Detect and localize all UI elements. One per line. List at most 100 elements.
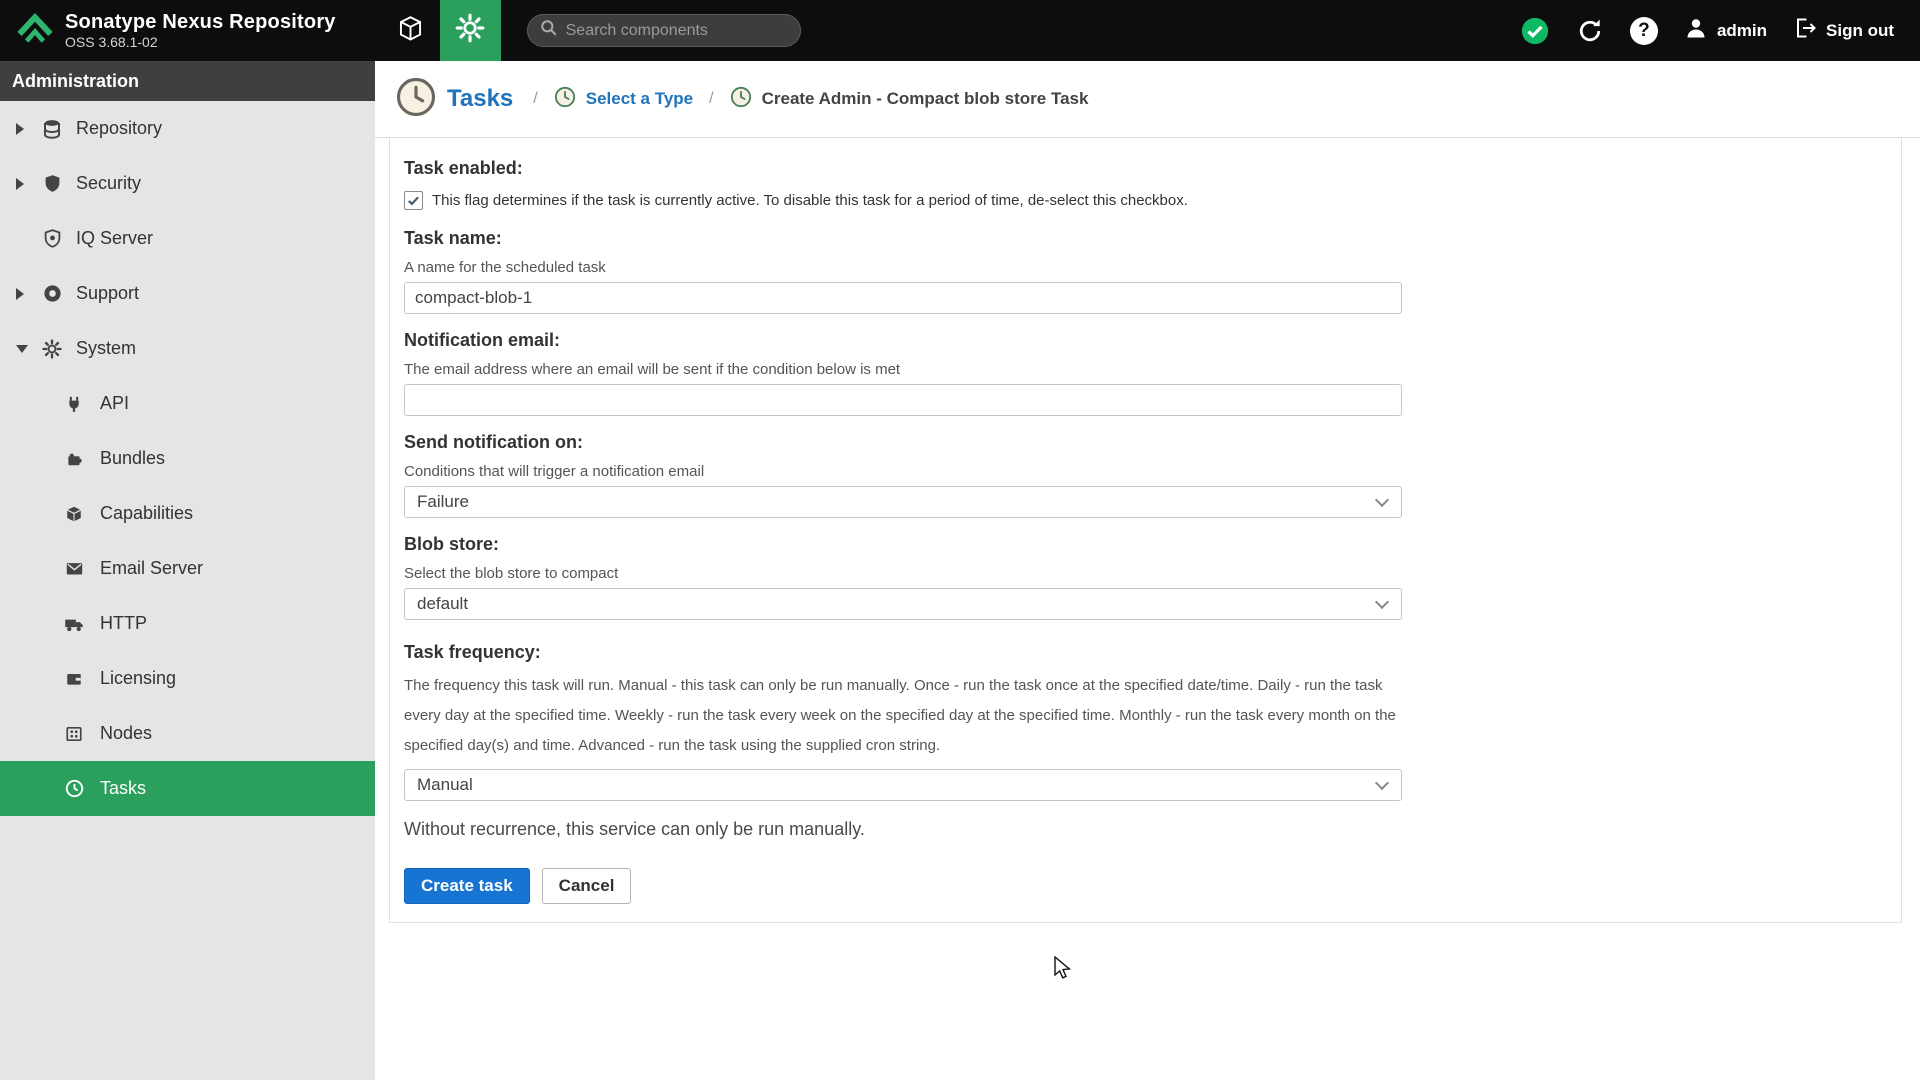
chevron-right-icon xyxy=(16,122,24,135)
search-icon xyxy=(540,19,558,42)
sidebar-item-nodes[interactable]: Nodes xyxy=(0,706,375,761)
task-frequency-value: Manual xyxy=(417,775,473,794)
sign-out-label: Sign out xyxy=(1826,20,1894,40)
admin-mode-button[interactable] xyxy=(439,0,501,61)
task-frequency-help: The frequency this task will run. Manual… xyxy=(404,677,1396,754)
chevron-down-icon xyxy=(1374,492,1390,507)
search-input[interactable] xyxy=(565,21,788,40)
sidebar-item-label: Nodes xyxy=(100,723,153,743)
status-check-icon[interactable] xyxy=(1520,16,1550,46)
notification-email-label: Notification email: xyxy=(404,330,561,350)
breadcrumb-select-type-link[interactable]: Select a Type xyxy=(586,89,693,109)
gear-icon xyxy=(455,13,485,48)
gear-icon xyxy=(40,338,64,359)
sidebar-item-label: Bundles xyxy=(100,448,166,468)
breadcrumb-separator: / xyxy=(709,90,714,107)
recurrence-note: Without recurrence, this service can onl… xyxy=(404,819,865,839)
clock-icon xyxy=(62,779,86,798)
refresh-button[interactable] xyxy=(1576,17,1604,45)
app-version: OSS 3.68.1-02 xyxy=(65,33,158,50)
search-box xyxy=(526,14,801,47)
mode-switcher xyxy=(382,0,501,61)
sidebar-item-api[interactable]: API xyxy=(0,376,375,431)
wallet-icon xyxy=(62,670,86,688)
blob-store-select[interactable]: default xyxy=(404,588,1402,620)
admin-sidebar: Administration Repository Security IQ Se… xyxy=(0,61,375,1080)
sidebar-item-security[interactable]: Security xyxy=(0,156,375,211)
header-right: ? admin Sign out xyxy=(1520,16,1920,46)
sidebar-item-label: System xyxy=(76,338,137,358)
chevron-down-icon xyxy=(1374,775,1390,790)
sidebar-item-label: Support xyxy=(76,283,140,303)
browse-mode-button[interactable] xyxy=(382,0,440,61)
sidebar-item-label: Tasks xyxy=(100,778,147,798)
chevron-down-icon xyxy=(16,344,28,353)
chevron-right-icon xyxy=(16,177,24,190)
breadcrumb-tasks-link[interactable]: Tasks xyxy=(447,85,513,113)
task-frequency-select[interactable]: Manual xyxy=(404,769,1402,801)
chevron-right-icon xyxy=(16,287,24,300)
sidebar-item-support[interactable]: Support xyxy=(0,266,375,321)
task-enabled-label: Task enabled: xyxy=(404,158,523,178)
sidebar-item-label: HTTP xyxy=(100,613,147,633)
shield-icon xyxy=(40,174,64,193)
iq-shield-icon xyxy=(40,229,64,248)
puzzle-icon xyxy=(62,450,86,468)
sidebar-item-label: Capabilities xyxy=(100,503,194,523)
send-notification-value: Failure xyxy=(417,492,469,511)
app-header: Sonatype Nexus Repository OSS 3.68.1-02 xyxy=(0,0,1920,61)
help-button[interactable]: ? xyxy=(1629,16,1658,45)
send-notification-help: Conditions that will trigger a notificat… xyxy=(404,463,705,480)
question-mark-glyph: ? xyxy=(1638,19,1650,41)
blob-store-help: Select the blob store to compact xyxy=(404,565,619,582)
sidebar-item-http[interactable]: HTTP xyxy=(0,596,375,651)
task-name-input[interactable] xyxy=(404,282,1402,314)
user-label: admin xyxy=(1716,20,1768,40)
sidebar-item-bundles[interactable]: Bundles xyxy=(0,431,375,486)
sidebar-item-label: Security xyxy=(76,173,142,193)
sidebar-title: Administration xyxy=(0,61,375,101)
task-type-icon xyxy=(554,86,576,113)
task-form-panel: Task enabled: This flag determines if th… xyxy=(389,138,1902,923)
form-buttons: Create task Cancel xyxy=(404,868,1901,904)
sidebar-item-system[interactable]: System xyxy=(0,321,375,376)
breadcrumb-separator: / xyxy=(533,90,538,107)
send-notification-select[interactable]: Failure xyxy=(404,486,1402,518)
send-notification-label: Send notification on: xyxy=(404,432,583,452)
create-task-button[interactable]: Create task xyxy=(404,868,530,904)
cube-icon xyxy=(62,505,86,523)
sidebar-item-capabilities[interactable]: Capabilities xyxy=(0,486,375,541)
sidebar-item-label: Email Server xyxy=(100,558,204,578)
tasks-icon xyxy=(395,76,437,123)
logo-wrap: Sonatype Nexus Repository OSS 3.68.1-02 xyxy=(0,9,336,52)
notification-email-input[interactable] xyxy=(404,384,1402,416)
mouse-cursor xyxy=(1054,956,1072,979)
sidebar-item-tasks[interactable]: Tasks xyxy=(0,761,375,816)
cancel-button[interactable]: Cancel xyxy=(541,868,632,904)
user-icon xyxy=(1684,16,1708,45)
sidebar-item-label: IQ Server xyxy=(76,228,154,248)
sign-out-icon xyxy=(1793,16,1817,45)
package-icon xyxy=(397,15,424,47)
sidebar-item-iq-server[interactable]: IQ Server xyxy=(0,211,375,266)
blob-store-label: Blob store: xyxy=(404,534,500,554)
chevron-down-icon xyxy=(1374,594,1390,609)
sonatype-logo-icon xyxy=(16,9,54,52)
task-enabled-checkbox[interactable] xyxy=(404,191,423,210)
database-icon xyxy=(40,119,64,139)
nodes-icon xyxy=(62,725,86,743)
user-menu[interactable]: admin xyxy=(1684,16,1767,45)
sidebar-item-licensing[interactable]: Licensing xyxy=(0,651,375,706)
truck-icon xyxy=(62,614,86,634)
sidebar-item-email-server[interactable]: Email Server xyxy=(0,541,375,596)
breadcrumb-current: Create Admin - Compact blob store Task xyxy=(761,89,1089,108)
task-frequency-label: Task frequency: xyxy=(404,642,541,662)
sidebar-item-label: Licensing xyxy=(100,668,177,688)
sidebar-item-label: API xyxy=(100,393,130,413)
sidebar-item-repository[interactable]: Repository xyxy=(0,101,375,156)
task-type-icon xyxy=(730,86,752,113)
sign-out-button[interactable]: Sign out xyxy=(1793,16,1894,45)
main-content: Tasks / Select a Type / Create Admin - C… xyxy=(375,61,1920,1080)
plug-icon xyxy=(62,395,86,413)
blob-store-value: default xyxy=(417,594,469,613)
